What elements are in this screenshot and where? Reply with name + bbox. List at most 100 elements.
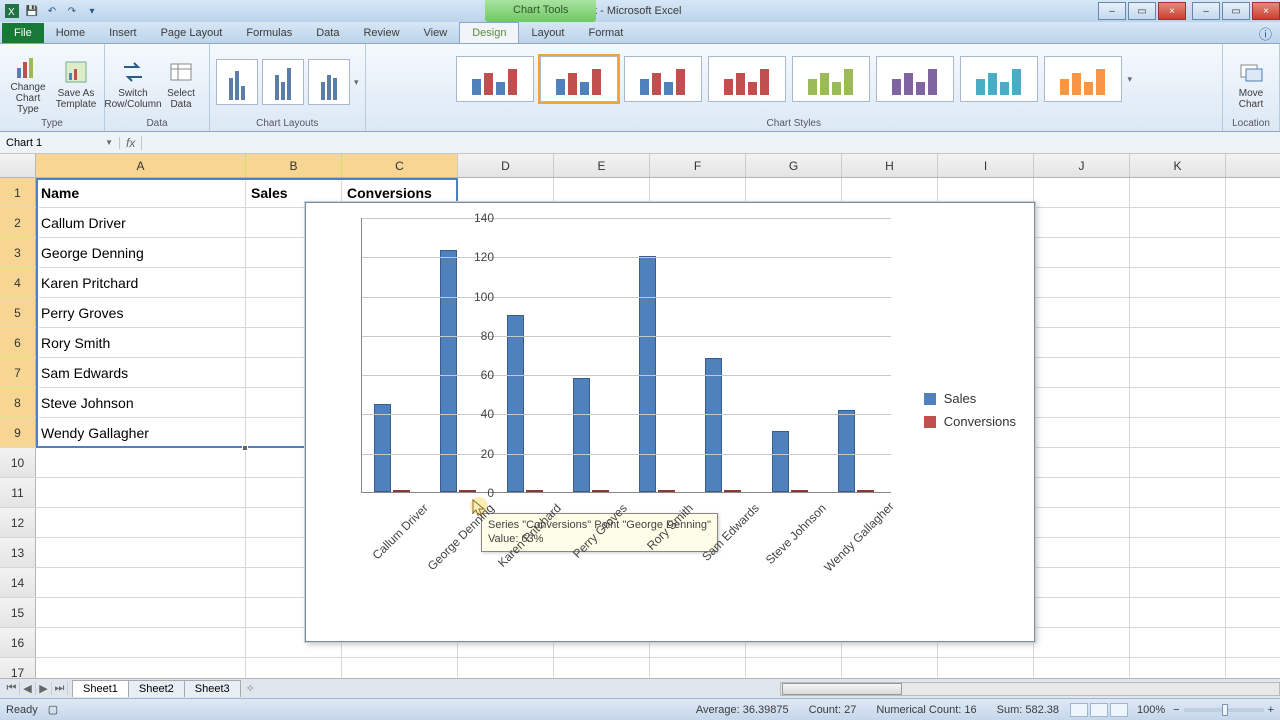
tab-view[interactable]: View xyxy=(412,23,460,43)
cell-A10[interactable] xyxy=(36,448,246,477)
row-header-3[interactable]: 3 xyxy=(0,238,36,267)
cell-C17[interactable] xyxy=(342,658,458,678)
change-chart-type-button[interactable]: Change Chart Type xyxy=(6,49,50,115)
cell-K13[interactable] xyxy=(1130,538,1226,567)
cell-H17[interactable] xyxy=(842,658,938,678)
column-header-I[interactable]: I xyxy=(938,154,1034,177)
chart-layout-1[interactable] xyxy=(216,59,258,105)
chart-style-4[interactable] xyxy=(708,56,786,102)
column-header-H[interactable]: H xyxy=(842,154,938,177)
cell-D17[interactable] xyxy=(458,658,554,678)
row-header-11[interactable]: 11 xyxy=(0,478,36,507)
close-button[interactable]: × xyxy=(1158,2,1186,20)
doc-restore-button[interactable]: ▭ xyxy=(1222,2,1250,20)
cell-A12[interactable] xyxy=(36,508,246,537)
sheet-nav-first-icon[interactable]: ⏮ xyxy=(4,682,20,695)
cell-A1[interactable]: Name xyxy=(36,178,246,207)
cell-K15[interactable] xyxy=(1130,598,1226,627)
bar-conversions[interactable] xyxy=(857,490,874,492)
cell-K14[interactable] xyxy=(1130,568,1226,597)
doc-close-button[interactable]: × xyxy=(1252,2,1280,20)
name-box[interactable]: Chart 1 ▼ xyxy=(0,137,120,149)
cell-B17[interactable] xyxy=(246,658,342,678)
undo-icon[interactable]: ↶ xyxy=(44,3,60,19)
chart-layout-2[interactable] xyxy=(262,59,304,105)
chart-style-3[interactable] xyxy=(624,56,702,102)
cell-K1[interactable] xyxy=(1130,178,1226,207)
select-data-button[interactable]: Select Data xyxy=(159,49,203,115)
move-chart-button[interactable]: Move Chart xyxy=(1229,49,1273,115)
cell-J2[interactable] xyxy=(1034,208,1130,237)
row-header-7[interactable]: 7 xyxy=(0,358,36,387)
column-header-B[interactable]: B xyxy=(246,154,342,177)
row-header-10[interactable]: 10 xyxy=(0,448,36,477)
row-header-6[interactable]: 6 xyxy=(0,328,36,357)
bar-sales[interactable] xyxy=(772,431,789,492)
cell-J5[interactable] xyxy=(1034,298,1130,327)
cell-K8[interactable] xyxy=(1130,388,1226,417)
chart-legend[interactable]: Sales Conversions xyxy=(924,383,1016,437)
styles-more-icon[interactable]: ▾ xyxy=(1128,74,1133,85)
cell-J6[interactable] xyxy=(1034,328,1130,357)
maximize-button[interactable]: ▭ xyxy=(1128,2,1156,20)
cell-J17[interactable] xyxy=(1034,658,1130,678)
cell-A2[interactable]: Callum Driver xyxy=(36,208,246,237)
cell-K6[interactable] xyxy=(1130,328,1226,357)
cell-A16[interactable] xyxy=(36,628,246,657)
zoom-level[interactable]: 100% xyxy=(1137,704,1165,716)
save-as-template-button[interactable]: Save As Template xyxy=(54,49,98,115)
tab-formulas[interactable]: Formulas xyxy=(234,23,304,43)
cell-E17[interactable] xyxy=(554,658,650,678)
bar-conversions[interactable] xyxy=(592,490,609,492)
cell-J12[interactable] xyxy=(1034,508,1130,537)
cell-J7[interactable] xyxy=(1034,358,1130,387)
row-header-17[interactable]: 17 xyxy=(0,658,36,678)
bar-conversions[interactable] xyxy=(791,490,808,492)
bar-sales[interactable] xyxy=(639,256,656,492)
horizontal-scrollbar[interactable] xyxy=(780,682,1280,696)
file-tab[interactable]: File xyxy=(2,23,44,43)
tab-insert[interactable]: Insert xyxy=(97,23,149,43)
view-normal-icon[interactable] xyxy=(1070,703,1088,717)
zoom-slider[interactable] xyxy=(1184,708,1264,712)
cell-G17[interactable] xyxy=(746,658,842,678)
switch-row-column-button[interactable]: Switch Row/Column xyxy=(111,49,155,115)
name-box-dropdown-icon[interactable]: ▼ xyxy=(105,138,113,147)
row-header-8[interactable]: 8 xyxy=(0,388,36,417)
column-header-F[interactable]: F xyxy=(650,154,746,177)
layouts-more-icon[interactable]: ▾ xyxy=(354,77,359,88)
cell-K10[interactable] xyxy=(1130,448,1226,477)
cell-K11[interactable] xyxy=(1130,478,1226,507)
bar-sales[interactable] xyxy=(440,250,457,492)
bar-conversions[interactable] xyxy=(658,490,675,492)
bar-sales[interactable] xyxy=(507,315,524,492)
chart-style-7[interactable] xyxy=(960,56,1038,102)
macro-record-icon[interactable]: ▢ xyxy=(48,703,58,716)
view-page-break-icon[interactable] xyxy=(1110,703,1128,717)
cell-A15[interactable] xyxy=(36,598,246,627)
cell-A6[interactable]: Rory Smith xyxy=(36,328,246,357)
row-header-4[interactable]: 4 xyxy=(0,268,36,297)
scrollbar-thumb[interactable] xyxy=(782,683,902,695)
zoom-slider-handle[interactable] xyxy=(1222,704,1228,716)
cell-J15[interactable] xyxy=(1034,598,1130,627)
row-header-12[interactable]: 12 xyxy=(0,508,36,537)
sheet-tab-2[interactable]: Sheet2 xyxy=(128,680,185,697)
chart-plot-area[interactable] xyxy=(361,218,891,493)
cell-A13[interactable] xyxy=(36,538,246,567)
row-header-1[interactable]: 1 xyxy=(0,178,36,207)
cell-K3[interactable] xyxy=(1130,238,1226,267)
cell-J9[interactable] xyxy=(1034,418,1130,447)
qat-dropdown-icon[interactable]: ▾ xyxy=(84,3,100,19)
cell-I17[interactable] xyxy=(938,658,1034,678)
tab-review[interactable]: Review xyxy=(351,23,411,43)
bar-conversions[interactable] xyxy=(526,490,543,492)
cell-A5[interactable]: Perry Groves xyxy=(36,298,246,327)
sheet-tab-1[interactable]: Sheet1 xyxy=(72,680,129,697)
row-header-5[interactable]: 5 xyxy=(0,298,36,327)
bar-conversions[interactable] xyxy=(393,490,410,492)
embedded-chart[interactable]: Sales Conversions Series "Conversions" P… xyxy=(305,202,1035,642)
bar-sales[interactable] xyxy=(705,358,722,492)
chart-style-2[interactable] xyxy=(540,56,618,102)
cell-K17[interactable] xyxy=(1130,658,1226,678)
